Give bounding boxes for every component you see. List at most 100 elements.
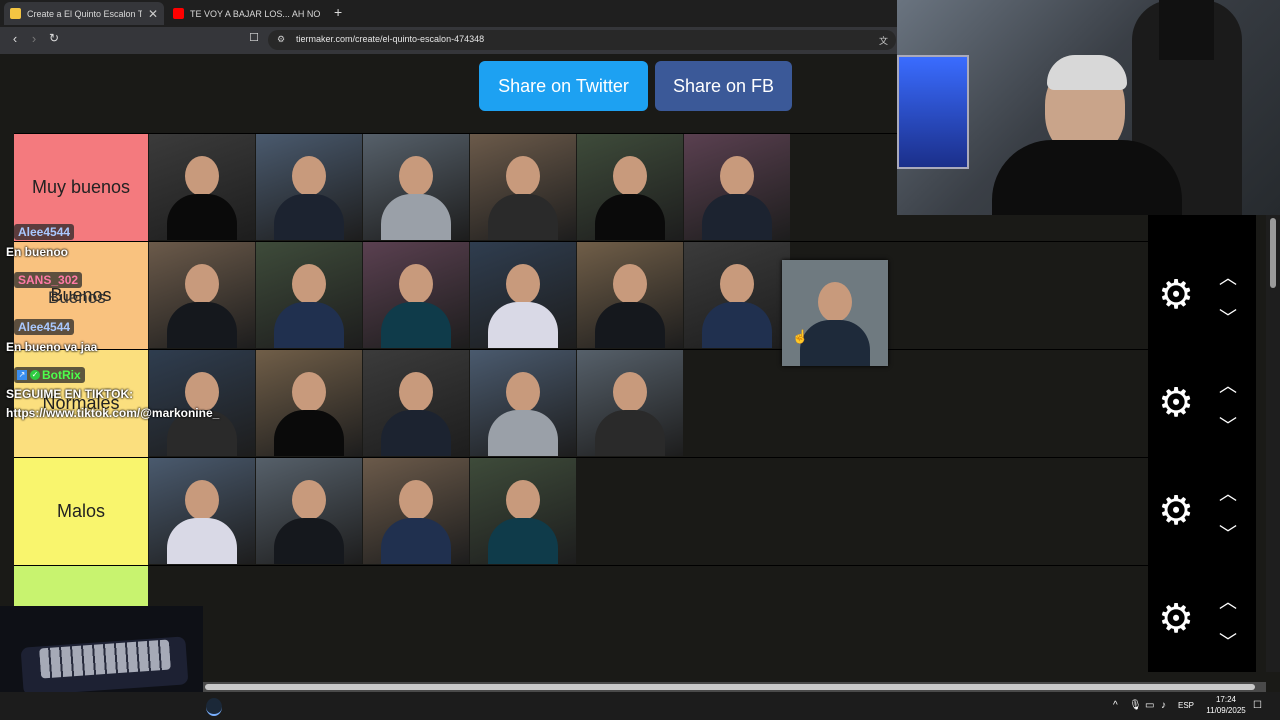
person-photo xyxy=(613,264,647,304)
chat-username: SANS_302 xyxy=(14,272,83,288)
share-twitter-button[interactable]: Share on Twitter xyxy=(479,61,648,111)
chat-message: En bueno va jaa xyxy=(6,340,98,354)
person-photo xyxy=(274,302,344,348)
person-photo xyxy=(800,320,870,366)
tier-image-tile[interactable] xyxy=(149,350,255,456)
tier-image-tile[interactable] xyxy=(363,350,469,456)
network-icon[interactable]: ▭ xyxy=(1145,700,1154,711)
person-photo xyxy=(488,194,558,240)
person-photo xyxy=(488,518,558,564)
person-photo xyxy=(720,156,754,196)
chevron-down-icon[interactable]: ﹀ xyxy=(1215,412,1241,438)
chat-message: En buenoo xyxy=(6,245,68,259)
translate-icon[interactable]: 文 xyxy=(879,34,888,47)
person-photo xyxy=(292,264,326,304)
site-info-icon[interactable]: ⚙ xyxy=(277,34,285,45)
person-photo xyxy=(185,480,219,520)
person-photo xyxy=(506,372,540,412)
youtube-favicon-icon xyxy=(173,8,184,19)
settings-gear-icon[interactable]: ⚙ xyxy=(1156,488,1196,534)
settings-gear-icon[interactable]: ⚙ xyxy=(1156,272,1196,318)
keyboard-overlay xyxy=(0,606,203,696)
tier-image-tile[interactable] xyxy=(470,458,576,564)
settings-gear-icon[interactable]: ⚙ xyxy=(1156,380,1196,426)
windows-taskbar xyxy=(0,692,1280,720)
tier-image-tile[interactable] xyxy=(470,242,576,348)
reload-icon[interactable]: ↻ xyxy=(45,31,63,45)
person-photo xyxy=(185,156,219,196)
person-photo xyxy=(292,480,326,520)
clock-time: 17:24 xyxy=(1215,695,1237,704)
person-photo xyxy=(292,372,326,412)
person-photo xyxy=(595,194,665,240)
share-facebook-button[interactable]: Share on FB xyxy=(655,61,792,111)
tier-image-tile[interactable] xyxy=(684,134,790,240)
person-photo xyxy=(399,480,433,520)
steam-icon[interactable] xyxy=(206,698,222,716)
hand-cursor-icon: ☝ xyxy=(792,329,809,344)
back-arrow-icon[interactable]: ‹ xyxy=(6,31,24,46)
chat-username: Alee4544 xyxy=(14,224,75,240)
bookmark-icon[interactable]: ☐ xyxy=(245,31,263,44)
tier-image-tile[interactable] xyxy=(684,242,790,348)
tier-image-tile[interactable] xyxy=(363,458,469,564)
microphone-icon[interactable]: 🎙 xyxy=(1129,700,1142,711)
tier-image-tile[interactable] xyxy=(256,458,362,564)
notifications-icon[interactable]: ☐ xyxy=(1253,700,1262,711)
person-photo xyxy=(506,264,540,304)
person-photo xyxy=(274,194,344,240)
chevron-down-icon[interactable]: ﹀ xyxy=(1215,628,1241,654)
tier-image-tile[interactable] xyxy=(470,134,576,240)
tier-image-tile[interactable] xyxy=(256,350,362,456)
dragged-image-tile[interactable] xyxy=(782,260,888,366)
chat-username: Alee4544 xyxy=(14,319,75,335)
forward-arrow-icon[interactable]: › xyxy=(25,31,43,46)
tier-image-tile[interactable] xyxy=(363,242,469,348)
vertical-scroll-thumb[interactable] xyxy=(1270,218,1276,288)
person-photo xyxy=(185,264,219,304)
tier-image-tile[interactable] xyxy=(363,134,469,240)
tier-image-tile[interactable] xyxy=(577,242,683,348)
person-photo xyxy=(167,194,237,240)
person-photo xyxy=(274,410,344,456)
chevron-down-icon[interactable]: ﹀ xyxy=(1215,520,1241,546)
taskbar-clock[interactable]: 17:24 11/09/2025 xyxy=(1198,694,1254,716)
volume-icon[interactable]: ♪ xyxy=(1161,700,1166,711)
pc-case xyxy=(897,55,969,169)
chevron-down-icon[interactable]: ﹀ xyxy=(1215,304,1241,330)
close-icon[interactable]: ✕ xyxy=(148,7,158,21)
person-photo xyxy=(274,518,344,564)
new-tab-button[interactable]: + xyxy=(334,4,342,20)
tier-image-tile[interactable] xyxy=(256,134,362,240)
person-photo xyxy=(595,302,665,348)
person-photo xyxy=(702,194,772,240)
person-photo xyxy=(167,302,237,348)
tier-image-tile[interactable] xyxy=(577,134,683,240)
chevron-up-icon[interactable]: ︿ xyxy=(1215,264,1241,290)
horizontal-scroll-thumb[interactable] xyxy=(205,684,1255,690)
person-photo xyxy=(381,410,451,456)
person-photo xyxy=(381,518,451,564)
streamer-hair xyxy=(1047,55,1127,90)
tier-label[interactable]: Malos xyxy=(14,458,148,565)
person-photo xyxy=(720,264,754,304)
tier-image-tile[interactable] xyxy=(577,350,683,456)
chevron-up-icon[interactable]: ︿ xyxy=(1215,588,1241,614)
language-indicator[interactable]: ESP xyxy=(1178,701,1194,710)
chevron-up-icon[interactable]: ︿ xyxy=(1215,372,1241,398)
tiermaker-favicon-icon xyxy=(10,8,21,19)
tab-tiermaker[interactable]: Create a El Quinto Escalon Tier L ✕ xyxy=(4,2,164,25)
tab-youtube[interactable]: TE VOY A BAJAR LOS... AH NO PARA xyxy=(167,2,327,25)
tier-image-tile[interactable] xyxy=(149,458,255,564)
tier-image-tile[interactable] xyxy=(470,350,576,456)
tier-image-tile[interactable] xyxy=(149,242,255,348)
tray-expand-icon[interactable]: ^ xyxy=(1113,700,1118,711)
chevron-up-icon[interactable]: ︿ xyxy=(1215,480,1241,506)
tier-image-tile[interactable] xyxy=(149,134,255,240)
settings-gear-icon[interactable]: ⚙ xyxy=(1156,596,1196,642)
person-photo xyxy=(488,410,558,456)
streamer-webcam xyxy=(897,0,1280,215)
person-photo xyxy=(506,156,540,196)
url-text: tiermaker.com/create/el-quinto-escalon-4… xyxy=(296,34,485,44)
tier-image-tile[interactable] xyxy=(256,242,362,348)
